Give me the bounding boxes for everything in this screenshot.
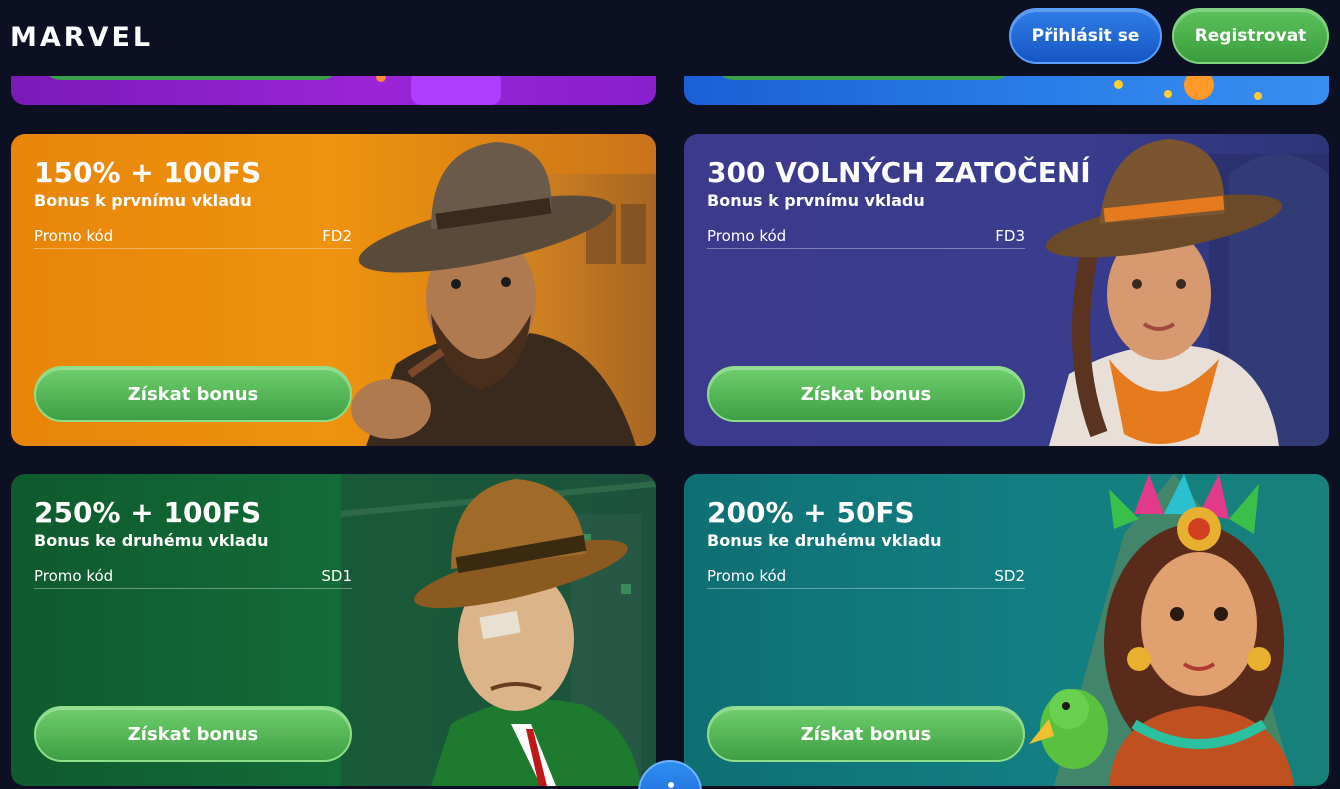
cowboy-illustration bbox=[351, 142, 656, 446]
promo-code[interactable]: FD3 bbox=[995, 227, 1025, 245]
detective-illustration bbox=[341, 474, 656, 786]
login-button[interactable]: Přihlásit se bbox=[1009, 8, 1162, 64]
get-bonus-button[interactable]: Získat bonus bbox=[707, 706, 1025, 762]
card-title: 150% + 100FS bbox=[34, 156, 262, 189]
card-subtitle: Bonus ke druhému vkladu bbox=[707, 531, 942, 550]
promo-card: 300 VOLNÝCH ZATOČENÍ Bonus k prvnímu vkl… bbox=[684, 134, 1329, 446]
promo-label: Promo kód bbox=[707, 566, 787, 585]
promo-card: 150% + 100FS Bonus k prvnímu vkladu Prom… bbox=[11, 134, 656, 446]
promo-label: Promo kód bbox=[34, 226, 114, 245]
promo-card: 200% + 50FS Bonus ke druhému vkladu Prom… bbox=[684, 474, 1329, 786]
get-bonus-button[interactable]: Získat bonus bbox=[707, 366, 1025, 422]
promo-card: 250% + 100FS Bonus ke druhému vkladu Pro… bbox=[11, 474, 656, 786]
card-title: 300 VOLNÝCH ZATOČENÍ bbox=[707, 156, 1091, 189]
partial-decoration bbox=[1164, 90, 1172, 98]
get-bonus-button[interactable]: Získat bonus bbox=[34, 366, 352, 422]
dot-icon bbox=[668, 782, 674, 788]
card-title: 250% + 100FS bbox=[34, 496, 262, 529]
aztec-princess-illustration bbox=[1029, 474, 1294, 786]
promo-code[interactable]: SD1 bbox=[321, 567, 352, 585]
site-header: MARVEL Přihlásit se Registrovat bbox=[0, 0, 1340, 76]
card-subtitle: Bonus k prvnímu vkladu bbox=[707, 191, 925, 210]
get-bonus-button[interactable]: Získat bonus bbox=[34, 706, 352, 762]
card-subtitle: Bonus ke druhému vkladu bbox=[34, 531, 269, 550]
card-subtitle: Bonus k prvnímu vkladu bbox=[34, 191, 252, 210]
promo-code[interactable]: FD2 bbox=[322, 227, 352, 245]
promo-code[interactable]: SD2 bbox=[994, 567, 1025, 585]
promo-code-row: Promo kód FD2 bbox=[34, 223, 352, 249]
card-title: 200% + 50FS bbox=[707, 496, 915, 529]
partial-decoration bbox=[1254, 92, 1262, 100]
site-logo[interactable]: MARVEL bbox=[10, 22, 153, 53]
promo-code-row: Promo kód SD2 bbox=[707, 563, 1025, 589]
promo-code-row: Promo kód SD1 bbox=[34, 563, 352, 589]
promo-label: Promo kód bbox=[707, 226, 787, 245]
promo-code-row: Promo kód FD3 bbox=[707, 223, 1025, 249]
promo-label: Promo kód bbox=[34, 566, 114, 585]
partial-decoration bbox=[1114, 80, 1123, 89]
register-button[interactable]: Registrovat bbox=[1172, 8, 1329, 64]
